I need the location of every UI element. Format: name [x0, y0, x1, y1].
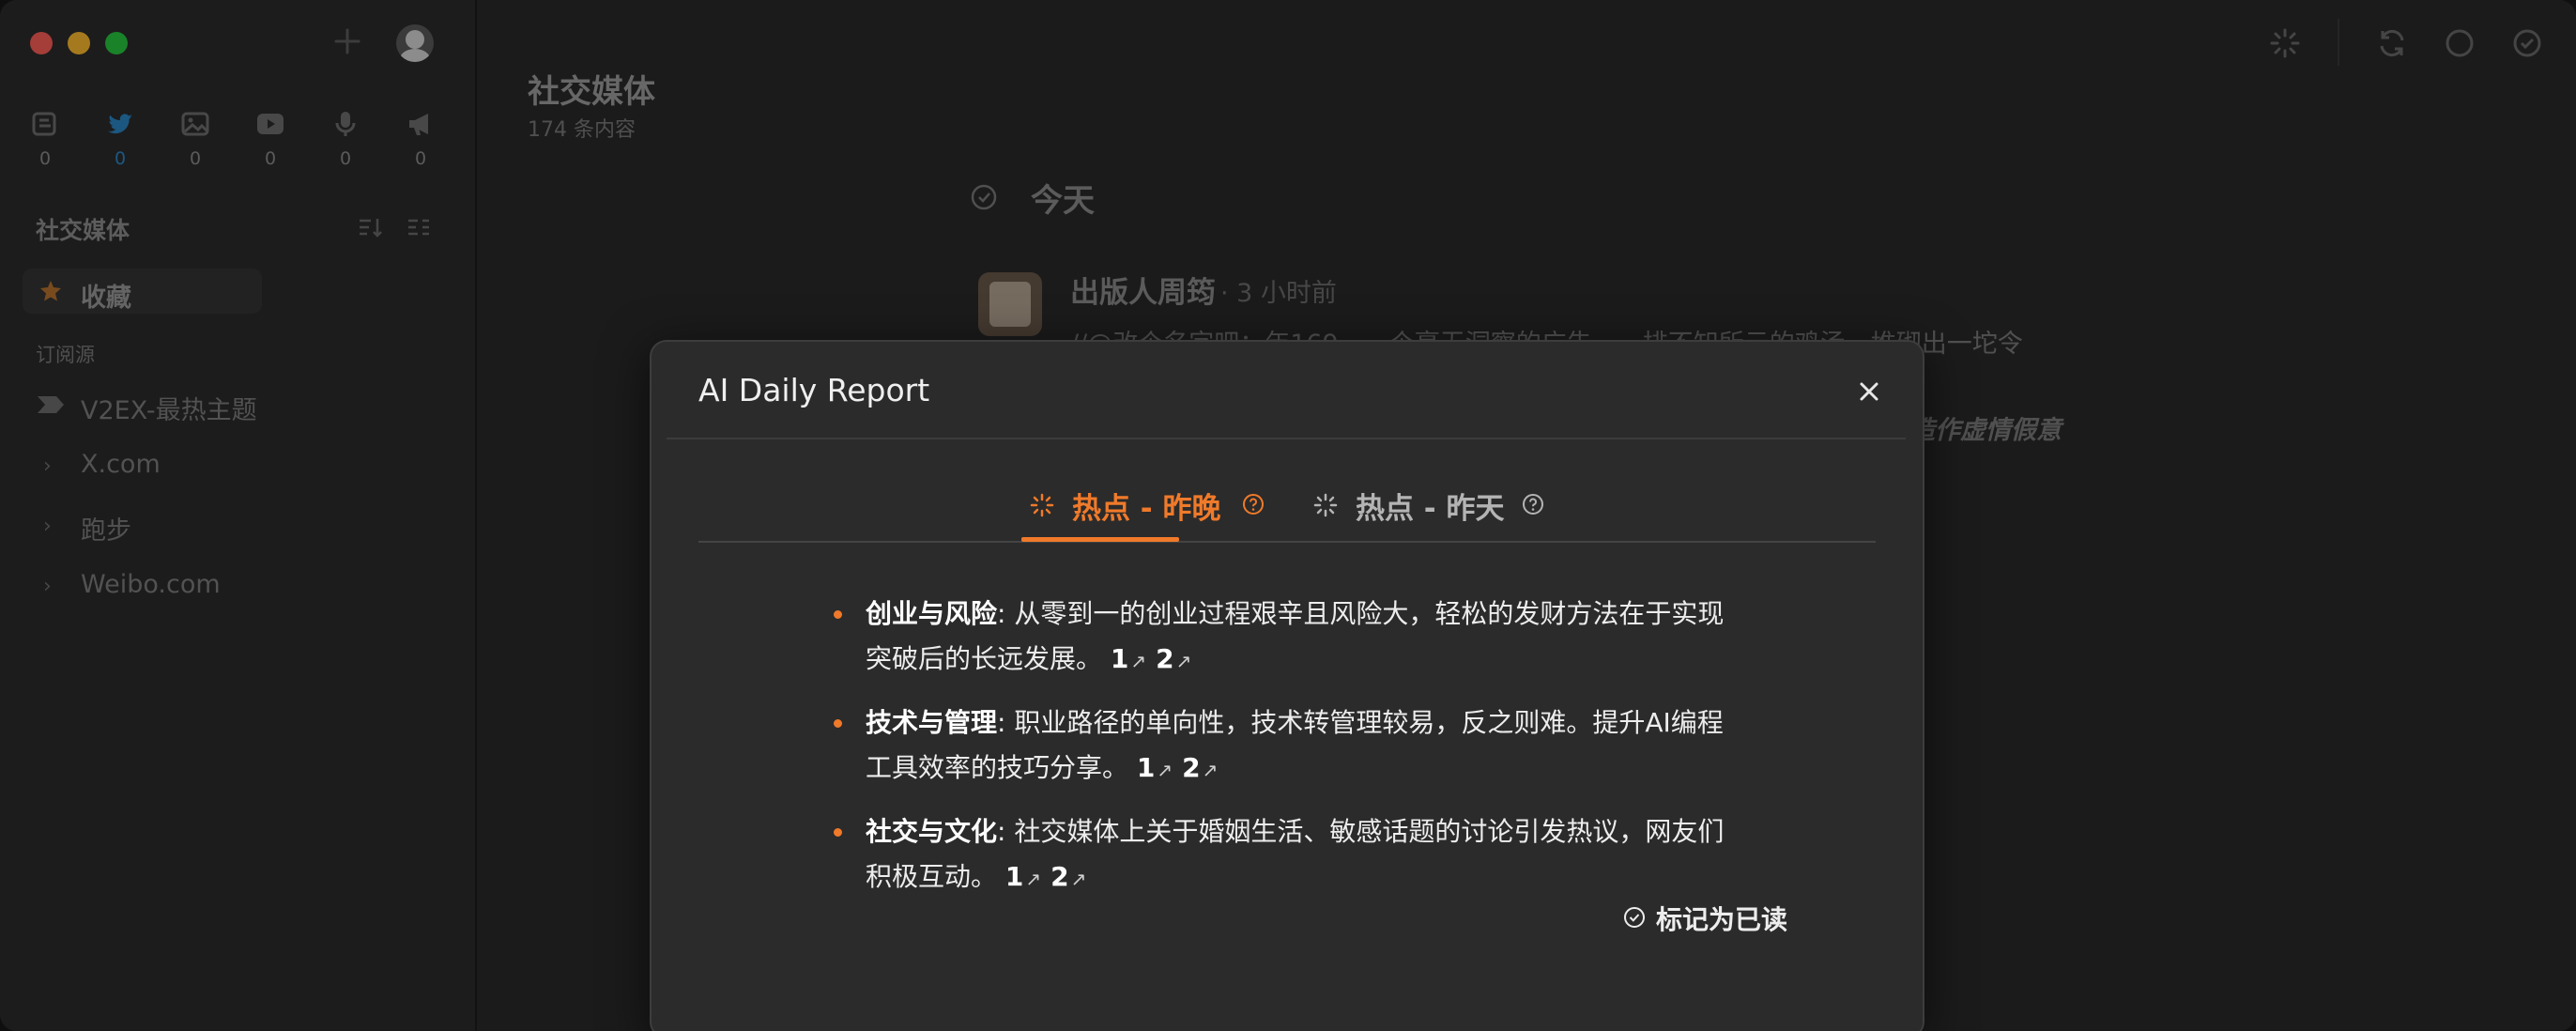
- source-link[interactable]: 2 ↗: [1156, 643, 1201, 674]
- source-link[interactable]: 2 ↗: [1050, 861, 1096, 892]
- check-circle-icon: [1624, 907, 1645, 928]
- close-icon[interactable]: [1855, 377, 1883, 406]
- source-link[interactable]: 2 ↗: [1182, 752, 1227, 783]
- divider: [667, 438, 1906, 439]
- report-bullet-list: 创业与风险: 从零到一的创业过程艰辛且风险大，轻松的发财方法在于实现突破后的长远…: [834, 592, 1744, 918]
- ai-daily-report-dialog: AI Daily Report 热点 - 昨晚 热点 - 昨天 创业与风险: 从…: [650, 340, 1924, 1031]
- external-link-icon: ↗: [1070, 868, 1087, 890]
- app-window: 0 0 0 0 0 0 社交媒体 收藏 订阅源 V2EX-最热主题 › X.co…: [0, 0, 2576, 1031]
- external-link-icon: ↗: [1130, 650, 1147, 672]
- tab-hot-yesterday[interactable]: 热点 - 昨天: [1312, 481, 1556, 543]
- tabs-baseline: [698, 541, 1876, 543]
- report-item-title: 社交与文化: [866, 816, 998, 847]
- active-tab-indicator: [1021, 537, 1179, 542]
- help-icon[interactable]: [1521, 492, 1545, 516]
- external-link-icon: ↗: [1175, 650, 1192, 672]
- sparkle-icon: [1313, 493, 1338, 517]
- dialog-title: AI Daily Report: [698, 372, 930, 408]
- source-link[interactable]: 1 ↗: [1005, 861, 1050, 892]
- report-item-title: 创业与风险: [866, 598, 998, 629]
- tab-hot-last-night[interactable]: 热点 - 昨晚: [1029, 481, 1273, 543]
- external-link-icon: ↗: [1202, 759, 1219, 781]
- mark-as-read-label: 标记为已读: [1656, 904, 1788, 935]
- help-icon[interactable]: [1241, 492, 1265, 516]
- tab-label: 热点 - 昨天: [1356, 492, 1505, 526]
- report-item-title: 技术与管理: [866, 707, 998, 738]
- report-item: 社交与文化: 社交媒体上关于婚姻生活、敏感话题的讨论引发热议，网友们积极互动。 …: [834, 809, 1744, 901]
- external-link-icon: ↗: [1157, 759, 1173, 781]
- report-item: 创业与风险: 从零到一的创业过程艰辛且风险大，轻松的发财方法在于实现突破后的长远…: [834, 592, 1744, 684]
- source-link[interactable]: 1 ↗: [1111, 643, 1156, 674]
- report-item: 技术与管理: 职业路径的单向性，技术转管理较易，反之则难。提升AI编程工具效率的…: [834, 700, 1744, 792]
- sparkle-icon: [1030, 493, 1054, 517]
- tab-label: 热点 - 昨晚: [1072, 492, 1221, 526]
- external-link-icon: ↗: [1025, 868, 1042, 890]
- source-link[interactable]: 1 ↗: [1137, 752, 1182, 783]
